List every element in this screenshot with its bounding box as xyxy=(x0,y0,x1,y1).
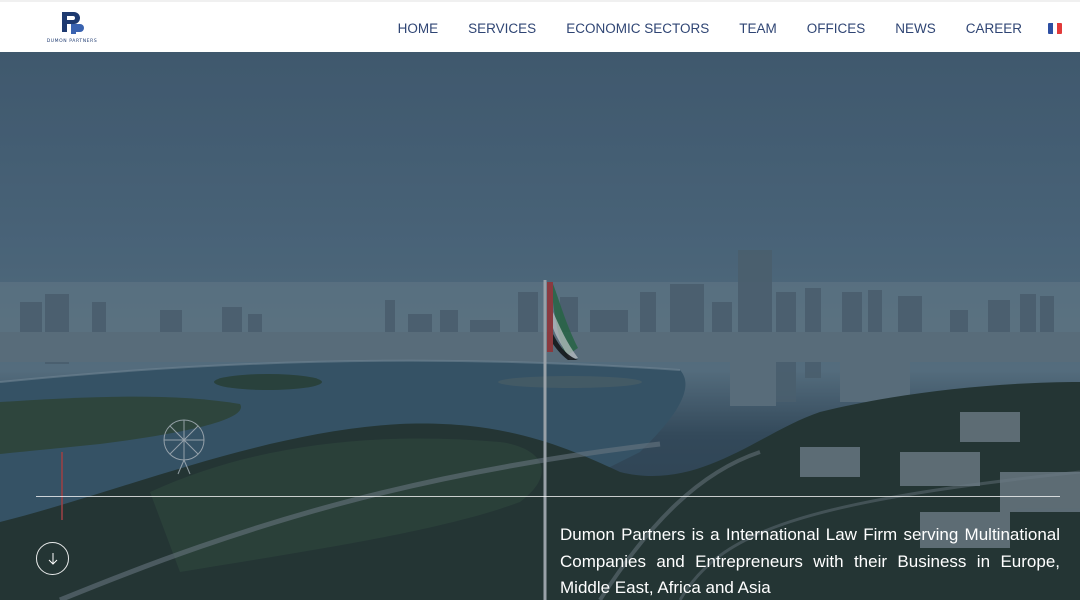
brand-logo[interactable]: DUMON PARTNERS xyxy=(47,10,97,48)
nav-news[interactable]: NEWS xyxy=(895,21,936,36)
nav-career[interactable]: CAREER xyxy=(966,21,1022,36)
main-nav: HOME SERVICES ECONOMIC SECTORS TEAM OFFI… xyxy=(398,2,1062,54)
hero-overlay xyxy=(0,52,1080,600)
nav-home[interactable]: HOME xyxy=(398,21,439,36)
hero-section: Dumon Partners is a International Law Fi… xyxy=(0,52,1080,600)
hero-divider xyxy=(36,496,1060,497)
nav-offices[interactable]: OFFICES xyxy=(807,21,866,36)
site-header: DUMON PARTNERS HOME SERVICES ECONOMIC SE… xyxy=(0,0,1080,52)
dp-monogram-logo-icon xyxy=(62,12,84,34)
scroll-down-button[interactable] xyxy=(36,542,69,575)
french-flag-icon[interactable] xyxy=(1048,22,1062,34)
hero-tagline: Dumon Partners is a International Law Fi… xyxy=(560,525,1060,597)
nav-economic-sectors[interactable]: ECONOMIC SECTORS xyxy=(566,21,709,36)
nav-team[interactable]: TEAM xyxy=(739,21,777,36)
nav-services[interactable]: SERVICES xyxy=(468,21,536,36)
arrow-down-icon xyxy=(48,552,57,565)
brand-name: DUMON PARTNERS xyxy=(46,39,98,44)
